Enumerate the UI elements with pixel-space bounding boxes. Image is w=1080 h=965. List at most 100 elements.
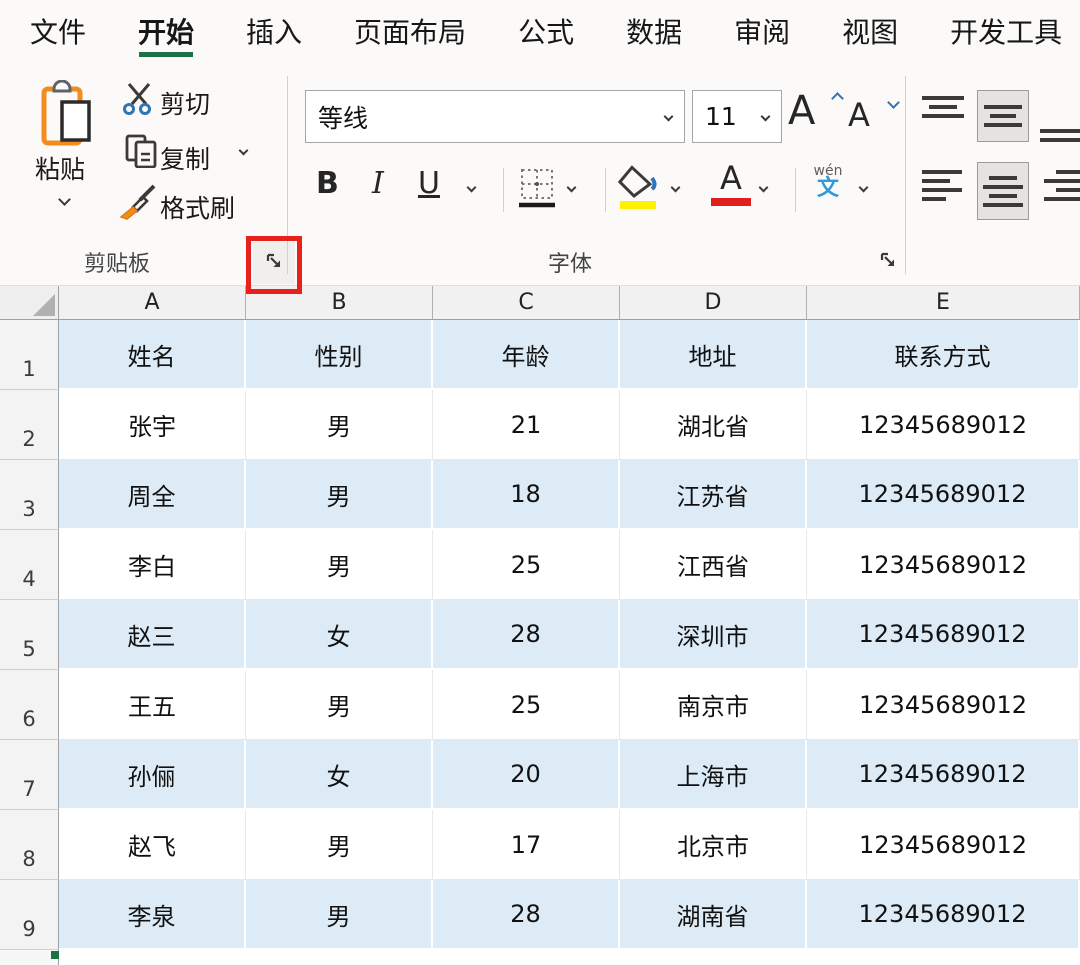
cell-D1[interactable]: 地址 — [620, 320, 807, 390]
ribbon-tab-3[interactable]: 页面布局 — [354, 0, 466, 62]
cell-B6[interactable]: 男 — [246, 670, 433, 740]
cell-C7[interactable]: 20 — [433, 740, 620, 810]
cell-C5[interactable]: 28 — [433, 600, 620, 670]
ribbon-tab-1[interactable]: 开始 — [138, 0, 194, 62]
row-header-3[interactable]: 3 — [0, 460, 59, 530]
copy-label[interactable]: 复制 — [160, 140, 210, 176]
cell-C8[interactable]: 17 — [433, 810, 620, 880]
cell-A1[interactable]: 姓名 — [59, 320, 246, 390]
phonetic-guide-button[interactable]: wén 文 — [806, 164, 850, 200]
copy-dropdown-chevron-icon[interactable] — [239, 146, 249, 156]
ribbon-tab-6[interactable]: 审阅 — [734, 0, 790, 62]
align-center-button[interactable] — [977, 162, 1029, 220]
italic-button[interactable]: I — [372, 166, 384, 201]
phonetic-chevron-icon[interactable] — [859, 183, 869, 193]
fill-color-chevron-icon[interactable] — [671, 183, 681, 193]
font-name-chevron-icon[interactable] — [664, 112, 674, 122]
font-color-chevron-icon[interactable] — [759, 183, 769, 193]
cell-D4[interactable]: 江西省 — [620, 530, 807, 600]
cell-D7[interactable]: 上海市 — [620, 740, 807, 810]
row-header-9[interactable]: 9 — [0, 880, 59, 950]
column-header-D[interactable]: D — [620, 286, 807, 320]
column-header-E[interactable]: E — [807, 286, 1080, 320]
cut-icon[interactable] — [122, 82, 156, 120]
fill-handle[interactable] — [51, 951, 59, 959]
cell-E4[interactable]: 12345689012 — [807, 530, 1080, 600]
cell-A8[interactable]: 赵飞 — [59, 810, 246, 880]
align-bottom-button[interactable] — [1040, 102, 1080, 142]
cell-B3[interactable]: 男 — [246, 460, 433, 530]
ribbon-tab-0[interactable]: 文件 — [30, 0, 86, 62]
cell-D3[interactable]: 江苏省 — [620, 460, 807, 530]
row-header-2[interactable]: 2 — [0, 390, 59, 460]
ribbon-tab-5[interactable]: 数据 — [626, 0, 682, 62]
row-header-5[interactable]: 5 — [0, 600, 59, 670]
cell-D5[interactable]: 深圳市 — [620, 600, 807, 670]
align-right-button[interactable] — [1040, 170, 1080, 216]
borders-button[interactable] — [515, 166, 559, 216]
bold-button[interactable]: B — [316, 166, 339, 201]
underline-button[interactable]: U — [418, 166, 440, 201]
row-header-1[interactable]: 1 — [0, 320, 59, 390]
align-top-button[interactable] — [922, 96, 968, 142]
cell-C2[interactable]: 21 — [433, 390, 620, 460]
row-header-6[interactable]: 6 — [0, 670, 59, 740]
cell-E9[interactable]: 12345689012 — [807, 880, 1080, 950]
cell-A7[interactable]: 孙俪 — [59, 740, 246, 810]
cell-A6[interactable]: 王五 — [59, 670, 246, 740]
cell-B5[interactable]: 女 — [246, 600, 433, 670]
cell-B9[interactable]: 男 — [246, 880, 433, 950]
cell-C4[interactable]: 25 — [433, 530, 620, 600]
cell-B2[interactable]: 男 — [246, 390, 433, 460]
decrease-font-size-button[interactable]: A — [848, 96, 900, 142]
borders-dropdown-chevron-icon[interactable] — [567, 183, 577, 193]
font-size-chevron-icon[interactable] — [761, 112, 771, 122]
cell-B4[interactable]: 男 — [246, 530, 433, 600]
ribbon-tab-7[interactable]: 视图 — [842, 0, 898, 62]
column-header-A[interactable]: A — [59, 286, 246, 320]
font-size-combo[interactable]: 11 — [692, 90, 782, 143]
cell-D9[interactable]: 湖南省 — [620, 880, 807, 950]
format-painter-icon[interactable] — [118, 184, 158, 224]
cell-E5[interactable]: 12345689012 — [807, 600, 1080, 670]
font-color-button[interactable]: A — [706, 162, 756, 206]
cell-D6[interactable]: 南京市 — [620, 670, 807, 740]
cell-A3[interactable]: 周全 — [59, 460, 246, 530]
row-header-4[interactable]: 4 — [0, 530, 59, 600]
cell-C6[interactable]: 25 — [433, 670, 620, 740]
fill-color-button[interactable] — [616, 164, 662, 216]
cell-D8[interactable]: 北京市 — [620, 810, 807, 880]
cell-E3[interactable]: 12345689012 — [807, 460, 1080, 530]
ribbon-tab-8[interactable]: 开发工具 — [950, 0, 1062, 62]
cell-C9[interactable]: 28 — [433, 880, 620, 950]
font-name-combo[interactable]: 等线 — [305, 90, 685, 143]
cell-E2[interactable]: 12345689012 — [807, 390, 1080, 460]
cell-B7[interactable]: 女 — [246, 740, 433, 810]
cell-A9[interactable]: 李泉 — [59, 880, 246, 950]
paste-label[interactable]: 粘贴 — [35, 150, 85, 186]
cell-A4[interactable]: 李白 — [59, 530, 246, 600]
cell-B8[interactable]: 男 — [246, 810, 433, 880]
cell-A5[interactable]: 赵三 — [59, 600, 246, 670]
underline-dropdown-chevron-icon[interactable] — [467, 183, 477, 193]
select-all-button[interactable] — [0, 286, 59, 320]
ribbon-tab-4[interactable]: 公式 — [518, 0, 574, 62]
cell-E7[interactable]: 12345689012 — [807, 740, 1080, 810]
cell-E8[interactable]: 12345689012 — [807, 810, 1080, 880]
cell-E6[interactable]: 12345689012 — [807, 670, 1080, 740]
format-painter-label[interactable]: 格式刷 — [160, 189, 235, 225]
paste-dropdown-chevron-icon[interactable] — [58, 193, 71, 206]
row-header-8[interactable]: 8 — [0, 810, 59, 880]
cell-A2[interactable]: 张宇 — [59, 390, 246, 460]
font-dialog-launcher-button[interactable] — [874, 248, 902, 276]
increase-font-size-button[interactable]: A — [788, 88, 842, 140]
cell-C1[interactable]: 年龄 — [433, 320, 620, 390]
row-header-7[interactable]: 7 — [0, 740, 59, 810]
cell-B1[interactable]: 性别 — [246, 320, 433, 390]
ribbon-tab-2[interactable]: 插入 — [246, 0, 302, 62]
cell-E1[interactable]: 联系方式 — [807, 320, 1080, 390]
cell-C3[interactable]: 18 — [433, 460, 620, 530]
cut-label[interactable]: 剪切 — [160, 85, 210, 121]
align-middle-button[interactable] — [977, 90, 1029, 142]
column-header-C[interactable]: C — [433, 286, 620, 320]
